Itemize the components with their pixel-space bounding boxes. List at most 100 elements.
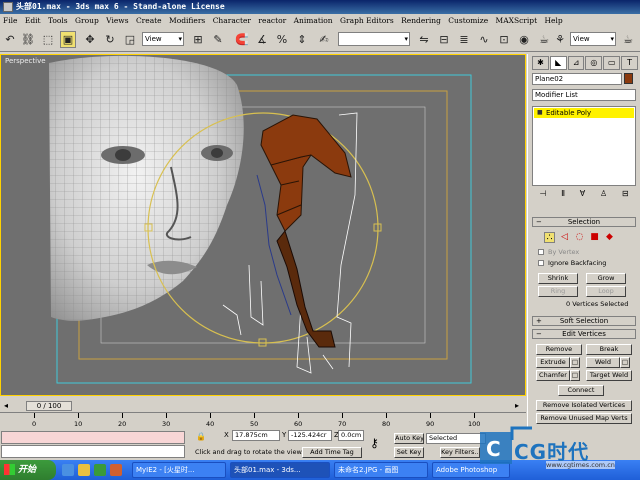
menu-edit[interactable]: Edit: [25, 16, 41, 25]
create-tab-icon[interactable]: ✱: [532, 56, 549, 70]
quick-render-icon[interactable]: ⚘: [552, 31, 568, 48]
by-vertex-checkbox[interactable]: [538, 249, 544, 255]
layer-icon[interactable]: ≣: [456, 31, 472, 48]
ignore-backfacing-checkbox[interactable]: [538, 260, 544, 266]
shrink-button[interactable]: Shrink: [538, 273, 578, 284]
folder-quicklaunch-icon[interactable]: [78, 464, 90, 476]
soft-selection-rollout-header[interactable]: + Soft Selection: [532, 316, 636, 326]
select-object-icon[interactable]: ⬚: [40, 31, 56, 48]
element-mode-icon[interactable]: ◆: [604, 232, 615, 243]
menu-file[interactable]: File: [3, 16, 17, 25]
border-mode-icon[interactable]: ◌: [574, 232, 585, 243]
align-icon[interactable]: ⊟: [436, 31, 452, 48]
time-slider-knob[interactable]: 0 / 100: [26, 401, 72, 411]
menu-modifiers[interactable]: Modifiers: [169, 16, 205, 25]
menu-reactor[interactable]: reactor: [258, 16, 286, 25]
scale-icon[interactable]: ◲: [122, 31, 138, 48]
mirror-icon[interactable]: ⇋: [416, 31, 432, 48]
z-coordinate-field[interactable]: 0.0cm: [338, 430, 364, 441]
set-key-button[interactable]: Set Key: [394, 447, 424, 458]
track-bar[interactable]: 0 10 20 30 40 50 60 70 80 90 100: [0, 412, 526, 428]
target-weld-button[interactable]: Target Weld: [586, 370, 632, 381]
select-manipulate-icon[interactable]: ✎: [210, 31, 226, 48]
move-icon[interactable]: ✥: [82, 31, 98, 48]
edit-vertices-rollout-header[interactable]: − Edit Vertices: [532, 329, 636, 339]
task-myie2[interactable]: MyIE2 - [火星时...: [132, 462, 226, 478]
chamfer-button[interactable]: Chamfer: [536, 370, 570, 381]
time-slider[interactable]: ◂ 0 / 100 ▸: [0, 400, 526, 412]
undo-icon[interactable]: ↶: [2, 31, 18, 48]
next-frame-icon[interactable]: ▸: [515, 401, 519, 410]
weld-button[interactable]: Weld: [586, 357, 620, 368]
menu-animation[interactable]: Animation: [294, 16, 333, 25]
object-name-field[interactable]: Plane02: [532, 73, 622, 85]
rotate-icon[interactable]: ↻: [102, 31, 118, 48]
menu-rendering[interactable]: Rendering: [401, 16, 441, 25]
extrude-settings-button[interactable]: □: [570, 357, 580, 368]
object-color-swatch[interactable]: [624, 73, 633, 84]
prev-frame-icon[interactable]: ◂: [4, 401, 8, 410]
key-icon[interactable]: ⚷: [370, 436, 379, 450]
task-paint[interactable]: 未命名2.JPG - 画图: [334, 462, 428, 478]
polygon-mode-icon[interactable]: ■: [589, 232, 600, 243]
menu-character[interactable]: Character: [213, 16, 251, 25]
curve-editor-icon[interactable]: ∿: [476, 31, 492, 48]
x-coordinate-field[interactable]: 17.875cm: [232, 430, 280, 441]
edge-mode-icon[interactable]: ◁: [559, 232, 570, 243]
stack-item-editable-poly[interactable]: Editable Poly: [534, 108, 634, 118]
auto-key-button[interactable]: Auto Key: [394, 433, 424, 444]
maxscript-output-field[interactable]: [1, 445, 185, 458]
start-button[interactable]: 开始: [0, 460, 56, 480]
modifier-list-dropdown[interactable]: Modifier List: [532, 89, 636, 101]
menu-maxscript[interactable]: MAXScript: [496, 16, 538, 25]
selection-rollout-header[interactable]: − Selection: [532, 217, 636, 227]
spinner-snap-icon[interactable]: ⇕: [294, 31, 310, 48]
ring-button[interactable]: Ring: [538, 286, 578, 297]
pin-stack-icon[interactable]: ⊣: [539, 189, 546, 201]
make-unique-icon[interactable]: ∀: [580, 189, 585, 201]
named-selection-icon[interactable]: ✍: [316, 31, 332, 48]
remove-isolated-vertices-button[interactable]: Remove Isolated Vertices: [536, 400, 632, 411]
menu-create[interactable]: Create: [136, 16, 162, 25]
menu-help[interactable]: Help: [545, 16, 563, 25]
menu-views[interactable]: Views: [106, 16, 128, 25]
select-link-icon[interactable]: ⛓: [20, 31, 36, 48]
material-editor-icon[interactable]: ◉: [516, 31, 532, 48]
percent-snap-icon[interactable]: %: [274, 31, 290, 48]
connect-button[interactable]: Connect: [558, 385, 604, 396]
menu-group[interactable]: Group: [75, 16, 99, 25]
task-3dsmax[interactable]: 头部01.max - 3ds...: [230, 462, 330, 478]
hierarchy-tab-icon[interactable]: ⊿: [567, 56, 585, 70]
perspective-viewport[interactable]: Perspective: [0, 54, 526, 396]
vertex-mode-icon[interactable]: ∴: [544, 232, 555, 243]
maxscript-listener-field[interactable]: [1, 431, 185, 444]
motion-tab-icon[interactable]: ◎: [585, 56, 603, 70]
add-time-tag-button[interactable]: Add Time Tag: [302, 447, 362, 458]
angle-snap-icon[interactable]: ∡: [254, 31, 270, 48]
loop-button[interactable]: Loop: [586, 286, 626, 297]
display-tab-icon[interactable]: ▭: [603, 56, 621, 70]
render-last-icon[interactable]: ☕: [620, 31, 636, 48]
named-selection-select[interactable]: [338, 32, 410, 46]
show-end-result-icon[interactable]: Ⅱ: [561, 189, 565, 201]
app-quicklaunch-icon[interactable]: [110, 464, 122, 476]
menu-tools[interactable]: Tools: [48, 16, 68, 25]
remove-modifier-icon[interactable]: ♙: [600, 189, 607, 201]
weld-settings-button[interactable]: □: [620, 357, 630, 368]
lock-selection-icon[interactable]: 🔒: [196, 432, 206, 441]
ie-quicklaunch-icon[interactable]: [62, 464, 74, 476]
y-coordinate-field[interactable]: -125.424cr: [288, 430, 332, 441]
ref-coord-select[interactable]: View: [142, 32, 184, 46]
break-button[interactable]: Break: [586, 344, 632, 355]
hair-plane[interactable]: [256, 114, 352, 348]
pivot-icon[interactable]: ⊞: [190, 31, 206, 48]
menu-customize[interactable]: Customize: [448, 16, 488, 25]
utilities-tab-icon[interactable]: T: [621, 56, 638, 70]
modify-tab-icon[interactable]: ◣: [549, 56, 567, 70]
menu-graph-editors[interactable]: Graph Editors: [340, 16, 394, 25]
snap-icon[interactable]: 🧲: [234, 31, 250, 48]
extrude-button[interactable]: Extrude: [536, 357, 570, 368]
render-scene-icon[interactable]: ☕: [536, 31, 552, 48]
grow-button[interactable]: Grow: [586, 273, 626, 284]
configure-sets-icon[interactable]: ⊟: [622, 189, 629, 201]
